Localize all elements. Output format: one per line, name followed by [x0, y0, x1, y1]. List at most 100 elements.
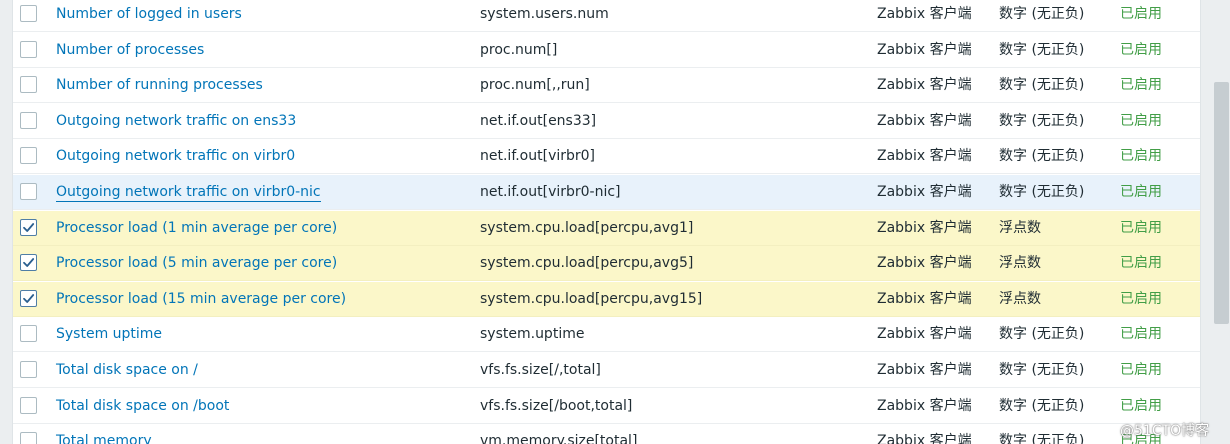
row-checkbox[interactable] [20, 5, 37, 22]
table-row[interactable]: Processor load (15 min average per core)… [13, 282, 1200, 317]
scrollbar-thumb[interactable] [1214, 82, 1229, 324]
item-info-type: 数字 (无正负) [999, 113, 1085, 129]
item-name-text: System uptime [56, 326, 163, 342]
table-row[interactable]: Processor load (5 min average per core) s… [13, 246, 1200, 281]
items-table: Number of logged in users system.users.nu… [12, 0, 1201, 444]
item-type: Zabbix 客户端 [877, 362, 972, 378]
item-name-text: Outgoing network traffic on virbr0-nic [56, 184, 321, 202]
row-checkbox[interactable] [20, 290, 37, 307]
row-checkbox[interactable] [20, 112, 37, 129]
row-checkbox[interactable] [20, 219, 37, 236]
vertical-scrollbar[interactable] [1212, 0, 1230, 444]
item-status[interactable]: 已启用 [1120, 317, 1162, 351]
item-name-text: Total disk space on /boot [56, 398, 230, 414]
item-name-text: Number of logged in users [56, 6, 242, 22]
table-row[interactable]: Outgoing network traffic on virbr0-nic ne… [13, 175, 1200, 210]
item-type: Zabbix 客户端 [877, 255, 972, 271]
item-key: system.cpu.load[percpu,avg15] [480, 291, 703, 307]
item-status[interactable]: 已启用 [1120, 246, 1162, 280]
item-info-type: 数字 (无正负) [999, 362, 1085, 378]
row-checkbox[interactable] [20, 254, 37, 271]
item-type: Zabbix 客户端 [877, 291, 972, 307]
item-status[interactable]: 已启用 [1120, 0, 1162, 31]
table-row[interactable]: Number of processes proc.num[] Zabbix 客户端 数… [13, 33, 1200, 68]
item-name-link[interactable]: Number of running processes [56, 68, 263, 102]
item-info-type: 浮点数 [999, 291, 1041, 307]
watermark-text: @51CTO博客 [1120, 423, 1210, 439]
item-name-link[interactable]: Outgoing network traffic on virbr0 [56, 139, 295, 173]
table-row[interactable]: Total memory vm.memory.size[total] Zabbix … [13, 424, 1200, 444]
item-name-link[interactable]: Processor load (5 min average per core) [56, 246, 337, 280]
item-type: Zabbix 客户端 [877, 77, 972, 93]
item-type: Zabbix 客户端 [877, 184, 972, 200]
item-info-type: 数字 (无正负) [999, 398, 1085, 414]
row-checkbox[interactable] [20, 183, 37, 200]
item-status[interactable]: 已启用 [1120, 175, 1162, 209]
checkmark-icon [23, 258, 35, 267]
table-row[interactable]: Total disk space on /boot vfs.fs.size[/bo… [13, 389, 1200, 424]
item-status[interactable]: 已启用 [1120, 282, 1162, 316]
item-status[interactable]: 已启用 [1120, 68, 1162, 102]
item-name-link[interactable]: Processor load (1 min average per core) [56, 211, 337, 245]
item-name-text: Total disk space on / [56, 362, 198, 378]
item-name-text: Total memory [56, 433, 152, 444]
table-row[interactable]: Number of running processes proc.num[,,ru… [13, 68, 1200, 103]
row-checkbox[interactable] [20, 397, 37, 414]
item-info-type: 数字 (无正负) [999, 184, 1085, 200]
item-name-link[interactable]: Outgoing network traffic on ens33 [56, 104, 296, 138]
item-key: vm.memory.size[total] [480, 433, 638, 444]
table-row[interactable]: Outgoing network traffic on virbr0 net.if… [13, 139, 1200, 174]
item-type: Zabbix 客户端 [877, 433, 972, 444]
item-name-link[interactable]: Total disk space on / [56, 353, 198, 387]
item-status[interactable]: 已启用 [1120, 353, 1162, 387]
page: Number of logged in users system.users.nu… [0, 0, 1230, 444]
row-checkbox[interactable] [20, 361, 37, 378]
item-name-link[interactable]: Number of logged in users [56, 0, 242, 31]
item-key: proc.num[,,run] [480, 77, 590, 93]
table-row[interactable]: Processor load (1 min average per core) s… [13, 211, 1200, 246]
item-type: Zabbix 客户端 [877, 42, 972, 58]
item-status[interactable]: 已启用 [1120, 389, 1162, 423]
item-type: Zabbix 客户端 [877, 398, 972, 414]
row-checkbox[interactable] [20, 325, 37, 342]
item-name-text: Outgoing network traffic on virbr0 [56, 148, 296, 164]
item-status[interactable]: 已启用 [1120, 139, 1162, 173]
item-key: system.cpu.load[percpu,avg1] [480, 220, 694, 236]
item-key: proc.num[] [480, 42, 558, 58]
item-name-link[interactable]: Processor load (15 min average per core) [56, 282, 346, 316]
item-key: net.if.out[ens33] [480, 113, 597, 129]
item-key: vfs.fs.size[/,total] [480, 362, 601, 378]
item-status[interactable]: 已启用 [1120, 104, 1162, 138]
row-checkbox[interactable] [20, 432, 37, 444]
table-row[interactable]: System uptime system.uptime Zabbix 客户端 数字 (… [13, 317, 1200, 352]
row-checkbox[interactable] [20, 41, 37, 58]
item-name-text: Number of running processes [56, 77, 263, 93]
item-name-link[interactable]: System uptime [56, 317, 162, 351]
item-name-link[interactable]: Total disk space on /boot [56, 389, 229, 423]
item-name-link[interactable]: Number of processes [56, 33, 204, 67]
item-key: net.if.out[virbr0-nic] [480, 184, 621, 200]
item-name-link[interactable]: Total memory [56, 424, 152, 444]
item-key: net.if.out[virbr0] [480, 148, 596, 164]
item-type: Zabbix 客户端 [877, 326, 972, 342]
item-info-type: 浮点数 [999, 255, 1041, 271]
item-type: Zabbix 客户端 [877, 220, 972, 236]
item-info-type: 数字 (无正负) [999, 6, 1085, 22]
item-info-type: 数字 (无正负) [999, 148, 1085, 164]
item-name-text: Processor load (5 min average per core) [56, 255, 338, 271]
item-info-type: 数字 (无正负) [999, 326, 1085, 342]
item-name-text: Outgoing network traffic on ens33 [56, 113, 297, 129]
item-key: vfs.fs.size[/boot,total] [480, 398, 633, 414]
row-checkbox[interactable] [20, 147, 37, 164]
table-row[interactable]: Total disk space on / vfs.fs.size[/,total… [13, 353, 1200, 388]
item-key: system.cpu.load[percpu,avg5] [480, 255, 694, 271]
table-row[interactable]: Number of logged in users system.users.nu… [13, 0, 1200, 32]
table-row[interactable]: Outgoing network traffic on ens33 net.if.… [13, 104, 1200, 139]
row-checkbox[interactable] [20, 76, 37, 93]
item-type: Zabbix 客户端 [877, 6, 972, 22]
item-info-type: 浮点数 [999, 220, 1041, 236]
item-type: Zabbix 客户端 [877, 148, 972, 164]
item-name-link[interactable]: Outgoing network traffic on virbr0-nic [56, 175, 321, 209]
item-status[interactable]: 已启用 [1120, 33, 1162, 67]
item-status[interactable]: 已启用 [1120, 211, 1162, 245]
